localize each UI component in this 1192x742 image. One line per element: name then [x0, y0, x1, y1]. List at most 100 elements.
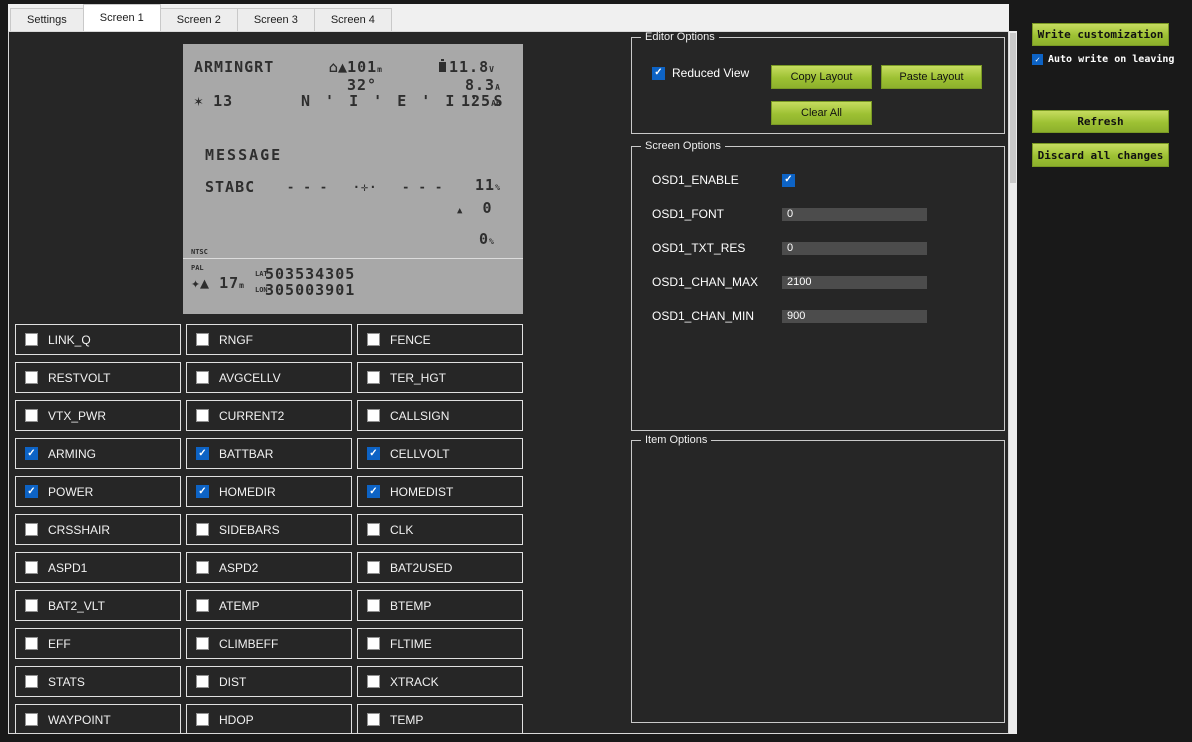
osd-item-ter_hgt[interactable]: TER_HGT	[357, 362, 523, 393]
tab-settings[interactable]: Settings	[10, 8, 84, 31]
item-checkbox[interactable]	[196, 371, 209, 384]
osd-message[interactable]: MESSAGE	[205, 148, 282, 163]
osd-item-atemp[interactable]: ATEMP	[186, 590, 352, 621]
item-checkbox[interactable]	[367, 675, 380, 688]
item-checkbox[interactable]	[25, 713, 38, 726]
osd-item-fltime[interactable]: FLTIME	[357, 628, 523, 659]
osd-item-rngf[interactable]: RNGF	[186, 324, 352, 355]
item-checkbox[interactable]	[25, 599, 38, 612]
item-checkbox[interactable]	[25, 371, 38, 384]
osd-item-hdop[interactable]: HDOP	[186, 704, 352, 733]
osd-item-crsshair[interactable]: CRSSHAIR	[15, 514, 181, 545]
item-checkbox[interactable]	[25, 637, 38, 650]
osd-item-restvolt[interactable]: RESTVOLT	[15, 362, 181, 393]
scrollbar-thumb[interactable]	[1010, 33, 1016, 183]
osd1_chan_min-slider[interactable]: 900	[782, 309, 927, 323]
osd-current[interactable]: 8.3A	[465, 78, 500, 93]
osd-longitude[interactable]: 305003901	[265, 283, 355, 298]
item-checkbox[interactable]	[196, 485, 209, 498]
osd-sat-count[interactable]: ✶ 13	[194, 94, 233, 109]
osd-battery-voltage[interactable]: 11.8V	[439, 59, 494, 75]
osd-heading[interactable]: 32°	[347, 78, 377, 93]
discard-all-changes-button[interactable]: Discard all changes	[1032, 143, 1169, 167]
osd-item-homedir[interactable]: HOMEDIR	[186, 476, 352, 507]
item-checkbox[interactable]	[196, 447, 209, 460]
osd-item-avgcellv[interactable]: AVGCELLV	[186, 362, 352, 393]
osd-item-aspd2[interactable]: ASPD2	[186, 552, 352, 583]
item-checkbox[interactable]	[25, 447, 38, 460]
item-checkbox[interactable]	[196, 675, 209, 688]
osd-item-arming[interactable]: ARMING	[15, 438, 181, 469]
item-checkbox[interactable]	[367, 523, 380, 536]
item-checkbox[interactable]	[367, 333, 380, 346]
osd1_txt_res-slider[interactable]: 0	[782, 241, 927, 255]
osd-item-clk[interactable]: CLK	[357, 514, 523, 545]
osd-item-climbeff[interactable]: CLIMBEFF	[186, 628, 352, 659]
item-checkbox[interactable]	[367, 599, 380, 612]
osd-mah-used[interactable]: 125Ah	[461, 94, 501, 109]
osd-item-bat2used[interactable]: BAT2USED	[357, 552, 523, 583]
item-checkbox[interactable]	[196, 713, 209, 726]
osd-home-altitude[interactable]: ⌂▲101m	[329, 60, 382, 75]
vertical-scrollbar[interactable]	[1009, 31, 1017, 734]
tab-screen-4[interactable]: Screen 4	[313, 8, 392, 31]
item-checkbox[interactable]	[196, 561, 209, 574]
item-checkbox[interactable]	[25, 333, 38, 346]
osd1_enable-checkbox[interactable]	[782, 173, 795, 187]
refresh-button[interactable]: Refresh	[1032, 110, 1169, 133]
tab-screen-3[interactable]: Screen 3	[236, 8, 315, 31]
write-customization-button[interactable]: Write customization	[1032, 23, 1169, 46]
osd-item-power[interactable]: POWER	[15, 476, 181, 507]
item-checkbox[interactable]	[25, 561, 38, 574]
item-checkbox[interactable]	[25, 485, 38, 498]
copy-layout-button[interactable]: Copy Layout	[771, 65, 872, 89]
osd-item-temp[interactable]: TEMP	[357, 704, 523, 733]
osd-item-waypoint[interactable]: WAYPOINT	[15, 704, 181, 733]
osd-arming-text[interactable]: ARMINGRT	[194, 60, 274, 75]
osd-item-current2[interactable]: CURRENT2	[186, 400, 352, 431]
item-checkbox[interactable]	[196, 409, 209, 422]
osd-vertical-speed[interactable]: ▲ 0	[457, 201, 493, 216]
osd-item-vtx_pwr[interactable]: VTX_PWR	[15, 400, 181, 431]
osd-item-sidebars[interactable]: SIDEBARS	[186, 514, 352, 545]
osd-throttle[interactable]: 0%	[479, 232, 494, 247]
reduced-view-checkbox[interactable]	[652, 66, 665, 80]
osd-item-aspd1[interactable]: ASPD1	[15, 552, 181, 583]
item-checkbox[interactable]	[25, 523, 38, 536]
osd-item-btemp[interactable]: BTEMP	[357, 590, 523, 621]
osd-item-eff[interactable]: EFF	[15, 628, 181, 659]
osd-item-bat2_vlt[interactable]: BAT2_VLT	[15, 590, 181, 621]
osd-item-homedist[interactable]: HOMEDIST	[357, 476, 523, 507]
item-checkbox[interactable]	[196, 523, 209, 536]
osd1_font-slider[interactable]: 0	[782, 207, 927, 221]
tab-screen-2[interactable]: Screen 2	[159, 8, 238, 31]
item-checkbox[interactable]	[367, 447, 380, 460]
osd-item-dist[interactable]: DIST	[186, 666, 352, 697]
item-checkbox[interactable]	[367, 561, 380, 574]
auto-write-checkbox[interactable]	[1032, 54, 1043, 65]
osd-item-fence[interactable]: FENCE	[357, 324, 523, 355]
osd-item-callsign[interactable]: CALLSIGN	[357, 400, 523, 431]
osd-item-link_q[interactable]: LINK_Q	[15, 324, 181, 355]
item-checkbox[interactable]	[25, 409, 38, 422]
item-checkbox[interactable]	[196, 637, 209, 650]
item-checkbox[interactable]	[367, 713, 380, 726]
osd-rssi[interactable]: 11%	[475, 178, 500, 193]
item-checkbox[interactable]	[196, 599, 209, 612]
item-checkbox[interactable]	[367, 637, 380, 650]
osd-item-stats[interactable]: STATS	[15, 666, 181, 697]
item-checkbox[interactable]	[367, 485, 380, 498]
osd-wind[interactable]: ✦▲ 17m	[191, 276, 244, 291]
osd-flight-mode[interactable]: STABC	[205, 180, 255, 195]
auto-write-row[interactable]: Auto write on leaving	[1032, 54, 1174, 65]
osd-crosshair[interactable]: - - - ·✛· - - -	[287, 181, 443, 193]
osd-item-battbar[interactable]: BATTBAR	[186, 438, 352, 469]
paste-layout-button[interactable]: Paste Layout	[881, 65, 982, 89]
reduced-view-row[interactable]: Reduced View	[652, 66, 749, 80]
osd-item-cellvolt[interactable]: CELLVOLT	[357, 438, 523, 469]
osd-item-xtrack[interactable]: XTRACK	[357, 666, 523, 697]
tab-screen-1[interactable]: Screen 1	[82, 4, 161, 31]
item-checkbox[interactable]	[367, 371, 380, 384]
osd-latitude[interactable]: 503534305	[265, 267, 355, 282]
item-checkbox[interactable]	[196, 333, 209, 346]
